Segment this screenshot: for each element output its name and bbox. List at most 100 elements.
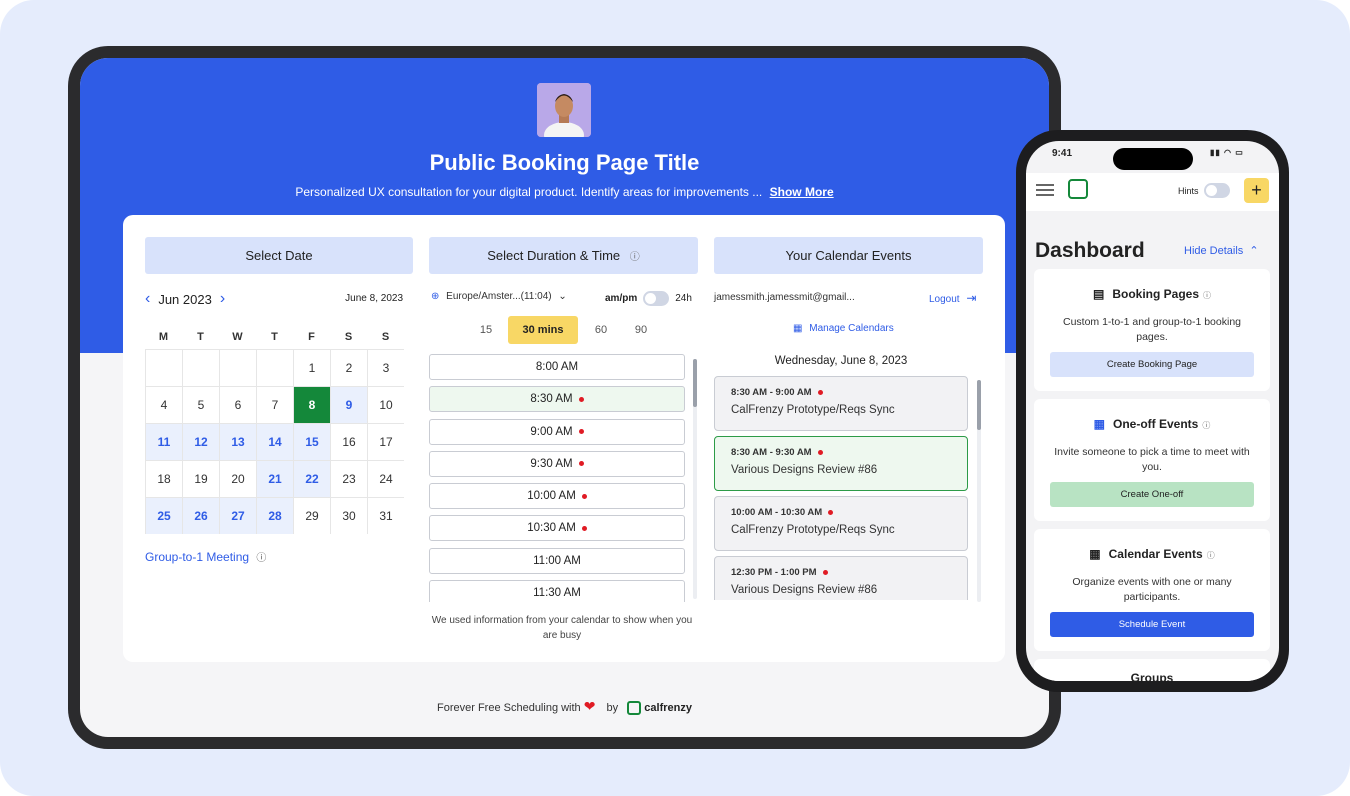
calendar-day[interactable]: 12 xyxy=(182,423,219,460)
help-icon[interactable]: ⓘ xyxy=(630,252,640,263)
duration-15[interactable]: 15 xyxy=(471,316,501,344)
calendar-day[interactable]: 16 xyxy=(330,423,367,460)
dashboard-title: Dashboard xyxy=(1035,239,1145,262)
calendar-day[interactable]: 9 xyxy=(330,386,367,423)
calendar-day-empty xyxy=(182,349,219,386)
24h-label: 24h xyxy=(675,293,692,304)
slot-time: 9:30 AM xyxy=(530,457,573,470)
time-slot[interactable]: 10:00 AM xyxy=(429,483,685,510)
calendar-day[interactable]: 26 xyxy=(182,497,219,534)
hints-switch[interactable] xyxy=(1203,183,1230,198)
calendar-day[interactable]: 24 xyxy=(367,460,404,497)
calendar-day[interactable]: 15 xyxy=(293,423,330,460)
schedule-event-button[interactable]: Schedule Event xyxy=(1050,612,1254,637)
app-logo-icon[interactable] xyxy=(1068,179,1088,199)
calendar-events-card: ▦ Calendar Events ⓘ Organize events with o… xyxy=(1034,529,1270,651)
heart-icon: ❤ xyxy=(583,698,596,714)
duration-60[interactable]: 60 xyxy=(586,316,616,344)
hide-details-label: Hide Details xyxy=(1184,245,1244,257)
status-icons: ▮▮ ◠ ▭ xyxy=(1210,148,1244,157)
calendar-day[interactable]: 30 xyxy=(330,497,367,534)
time-slot[interactable]: 10:30 AM xyxy=(429,515,685,542)
calendar-day[interactable]: 4 xyxy=(145,386,182,423)
card-description: Organize events with one or many partici… xyxy=(1072,576,1232,603)
event-time-text: 8:30 AM - 9:00 AM xyxy=(731,387,812,398)
logout-button[interactable]: Logout ⇥ xyxy=(929,291,976,305)
calendar-event[interactable]: 12:30 PM - 1:00 PM Various Designs Review… xyxy=(714,556,968,600)
help-icon[interactable]: ⓘ xyxy=(1203,291,1211,300)
card-title: ▦ Calendar Events ⓘ xyxy=(1034,547,1270,561)
calendar-day[interactable]: 8 xyxy=(293,386,330,423)
phone-frame: 9:41 ▮▮ ◠ ▭ Hints + Dashboard Hide Detai… xyxy=(1016,130,1289,692)
groups-card: Groups xyxy=(1034,659,1270,681)
time-slot[interactable]: 11:30 AM xyxy=(429,580,685,602)
calendar-day[interactable]: 13 xyxy=(219,423,256,460)
calendar-day[interactable]: 3 xyxy=(367,349,404,386)
time-slot[interactable]: 9:30 AM xyxy=(429,450,685,477)
add-button[interactable]: + xyxy=(1244,178,1269,203)
card-description: Custom 1-to-1 and group-to-1 booking pag… xyxy=(1062,316,1242,343)
slot-time: 8:00 AM xyxy=(535,361,579,373)
calendar-event[interactable]: 8:30 AM - 9:00 AM CalFrenzy Prototype/Req… xyxy=(714,376,968,431)
calendar-day[interactable]: 31 xyxy=(367,497,404,534)
timezone-select[interactable]: ⊕ Europe/Amster...(11:04) ⌄ xyxy=(431,291,567,302)
calendar-day[interactable]: 14 xyxy=(256,423,293,460)
slot-time: 9:00 AM xyxy=(530,425,573,438)
calendar-day[interactable]: 7 xyxy=(256,386,293,423)
events-scrollbar[interactable] xyxy=(977,380,981,602)
calendar-day[interactable]: 28 xyxy=(256,497,293,534)
month-label: Jun 2023 xyxy=(158,291,212,307)
time-slot[interactable]: 11:00 AM xyxy=(429,547,685,574)
time-slot[interactable]: 8:30 AM xyxy=(429,386,685,413)
calendar-day[interactable]: 20 xyxy=(219,460,256,497)
calendar-event[interactable]: 10:00 AM - 10:30 AM CalFrenzy Prototype/R… xyxy=(714,496,968,551)
calendar-event[interactable]: 8:30 AM - 9:30 AM Various Designs Review … xyxy=(714,436,968,491)
card-title: ▦ One-off Events ⓘ xyxy=(1034,417,1270,431)
calendar-day[interactable]: 25 xyxy=(145,497,182,534)
weekday-label: T xyxy=(197,331,204,343)
manage-calendars-label: Manage Calendars xyxy=(809,323,894,334)
group-meeting-link[interactable]: Group-to-1 Meeting ⓘ xyxy=(145,549,266,564)
ampm-label: am/pm xyxy=(605,293,638,304)
calendar-day[interactable]: 6 xyxy=(219,386,256,423)
help-icon[interactable]: ⓘ xyxy=(256,553,266,564)
chevron-right-icon[interactable]: › xyxy=(220,291,225,307)
duration-30[interactable]: 30 mins xyxy=(508,316,578,344)
duration-90[interactable]: 90 xyxy=(626,316,656,344)
help-icon[interactable]: ⓘ xyxy=(1207,551,1215,560)
calendar-day[interactable]: 27 xyxy=(219,497,256,534)
manage-calendars-link[interactable]: ▦ Manage Calendars xyxy=(793,323,894,334)
create-booking-page-button[interactable]: Create Booking Page xyxy=(1050,352,1254,377)
calendar-day[interactable]: 5 xyxy=(182,386,219,423)
calendar-day[interactable]: 29 xyxy=(293,497,330,534)
calendar-day[interactable]: 23 xyxy=(330,460,367,497)
chevron-left-icon[interactable]: ‹ xyxy=(145,291,150,307)
calendar-day[interactable]: 10 xyxy=(367,386,404,423)
calendar-day[interactable]: 18 xyxy=(145,460,182,497)
slots-scrollbar[interactable] xyxy=(693,359,697,599)
hide-details-button[interactable]: Hide Details ⌃ xyxy=(1184,244,1259,257)
calendar-day[interactable]: 17 xyxy=(367,423,404,460)
time-slot[interactable]: 9:00 AM xyxy=(429,418,685,445)
busy-dot-icon xyxy=(578,429,584,435)
calendar-day[interactable]: 11 xyxy=(145,423,182,460)
brand-name[interactable]: calfrenzy xyxy=(644,702,692,714)
slot-time: 10:30 AM xyxy=(527,522,576,535)
timezone-label: Europe/Amster...(11:04) xyxy=(446,291,552,302)
format-toggle-switch[interactable] xyxy=(643,291,670,306)
calendar-day[interactable]: 2 xyxy=(330,349,367,386)
calendar-day[interactable]: 1 xyxy=(293,349,330,386)
booking-pages-card: ▤ Booking Pages ⓘ Custom 1-to-1 and group-… xyxy=(1034,269,1270,391)
help-icon[interactable]: ⓘ xyxy=(1202,421,1210,430)
calendar-day[interactable]: 22 xyxy=(293,460,330,497)
show-more-link[interactable]: Show More xyxy=(770,185,834,199)
logout-label: Logout xyxy=(929,294,960,305)
chevron-up-icon: ⌃ xyxy=(1249,245,1259,257)
menu-icon[interactable] xyxy=(1036,184,1054,196)
create-one-off-button[interactable]: Create One-off xyxy=(1050,482,1254,507)
time-slot[interactable]: 8:00 AM xyxy=(429,354,685,380)
calendar-day[interactable]: 19 xyxy=(182,460,219,497)
card-title-text: Calendar Events xyxy=(1108,547,1203,561)
event-time-text: 12:30 PM - 1:00 PM xyxy=(731,567,817,578)
calendar-day[interactable]: 21 xyxy=(256,460,293,497)
